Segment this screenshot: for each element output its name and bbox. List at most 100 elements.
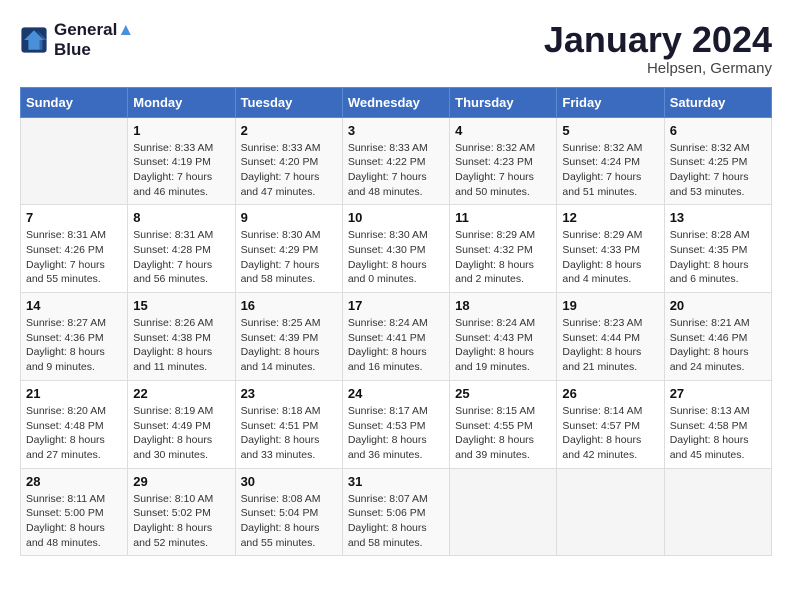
weekday-header-sunday: Sunday bbox=[21, 87, 128, 117]
calendar-cell bbox=[21, 117, 128, 205]
day-number: 28 bbox=[26, 474, 122, 489]
day-info: Sunrise: 8:30 AMSunset: 4:29 PMDaylight:… bbox=[241, 228, 337, 287]
day-info: Sunrise: 8:20 AMSunset: 4:48 PMDaylight:… bbox=[26, 404, 122, 463]
day-info: Sunrise: 8:10 AMSunset: 5:02 PMDaylight:… bbox=[133, 492, 229, 551]
calendar-cell: 20 Sunrise: 8:21 AMSunset: 4:46 PMDayligh… bbox=[664, 293, 771, 381]
day-number: 13 bbox=[670, 210, 766, 225]
day-number: 24 bbox=[348, 386, 444, 401]
day-number: 5 bbox=[562, 123, 658, 138]
day-info: Sunrise: 8:23 AMSunset: 4:44 PMDaylight:… bbox=[562, 316, 658, 375]
calendar-cell: 6 Sunrise: 8:32 AMSunset: 4:25 PMDaylight… bbox=[664, 117, 771, 205]
weekday-header-friday: Friday bbox=[557, 87, 664, 117]
day-info: Sunrise: 8:29 AMSunset: 4:32 PMDaylight:… bbox=[455, 228, 551, 287]
day-number: 18 bbox=[455, 298, 551, 313]
day-info: Sunrise: 8:30 AMSunset: 4:30 PMDaylight:… bbox=[348, 228, 444, 287]
day-number: 22 bbox=[133, 386, 229, 401]
day-info: Sunrise: 8:13 AMSunset: 4:58 PMDaylight:… bbox=[670, 404, 766, 463]
day-number: 17 bbox=[348, 298, 444, 313]
calendar-cell: 23 Sunrise: 8:18 AMSunset: 4:51 PMDayligh… bbox=[235, 380, 342, 468]
page-header: General▲ Blue January 2024 Helpsen, Germ… bbox=[20, 20, 772, 77]
calendar-week-row: 21 Sunrise: 8:20 AMSunset: 4:48 PMDayligh… bbox=[21, 380, 772, 468]
calendar-cell: 24 Sunrise: 8:17 AMSunset: 4:53 PMDayligh… bbox=[342, 380, 449, 468]
calendar-cell: 5 Sunrise: 8:32 AMSunset: 4:24 PMDaylight… bbox=[557, 117, 664, 205]
calendar-week-row: 28Sunrise: 8:11 AMSunset: 5:00 PMDayligh… bbox=[21, 468, 772, 556]
day-info: Sunrise: 8:33 AMSunset: 4:22 PMDaylight:… bbox=[348, 141, 444, 200]
calendar-cell: 15Sunrise: 8:26 AMSunset: 4:38 PMDayligh… bbox=[128, 293, 235, 381]
day-number: 3 bbox=[348, 123, 444, 138]
day-info: Sunrise: 8:28 AMSunset: 4:35 PMDaylight:… bbox=[670, 228, 766, 287]
day-number: 30 bbox=[241, 474, 337, 489]
day-number: 20 bbox=[670, 298, 766, 313]
title-block: January 2024 Helpsen, Germany bbox=[544, 20, 772, 77]
day-number: 4 bbox=[455, 123, 551, 138]
calendar-cell: 13 Sunrise: 8:28 AMSunset: 4:35 PMDayligh… bbox=[664, 205, 771, 293]
calendar-cell: 2 Sunrise: 8:33 AMSunset: 4:20 PMDaylight… bbox=[235, 117, 342, 205]
logo-icon bbox=[20, 26, 48, 54]
day-number: 8 bbox=[133, 210, 229, 225]
calendar-cell: 22Sunrise: 8:19 AMSunset: 4:49 PMDayligh… bbox=[128, 380, 235, 468]
day-number: 6 bbox=[670, 123, 766, 138]
day-number: 12 bbox=[562, 210, 658, 225]
weekday-header-thursday: Thursday bbox=[450, 87, 557, 117]
day-number: 19 bbox=[562, 298, 658, 313]
day-number: 27 bbox=[670, 386, 766, 401]
calendar-cell: 8 Sunrise: 8:31 AMSunset: 4:28 PMDaylight… bbox=[128, 205, 235, 293]
calendar-cell: 9 Sunrise: 8:30 AMSunset: 4:29 PMDaylight… bbox=[235, 205, 342, 293]
weekday-header-row: SundayMondayTuesdayWednesdayThursdayFrid… bbox=[21, 87, 772, 117]
day-info: Sunrise: 8:21 AMSunset: 4:46 PMDaylight:… bbox=[670, 316, 766, 375]
calendar-cell: 1 Sunrise: 8:33 AMSunset: 4:19 PMDaylight… bbox=[128, 117, 235, 205]
day-info: Sunrise: 8:32 AMSunset: 4:25 PMDaylight:… bbox=[670, 141, 766, 200]
calendar-week-row: 14 Sunrise: 8:27 AMSunset: 4:36 PMDayligh… bbox=[21, 293, 772, 381]
day-number: 21 bbox=[26, 386, 122, 401]
day-number: 10 bbox=[348, 210, 444, 225]
calendar-cell: 26Sunrise: 8:14 AMSunset: 4:57 PMDayligh… bbox=[557, 380, 664, 468]
calendar-cell: 30 Sunrise: 8:08 AMSunset: 5:04 PMDayligh… bbox=[235, 468, 342, 556]
day-number: 11 bbox=[455, 210, 551, 225]
location: Helpsen, Germany bbox=[544, 60, 772, 77]
day-number: 14 bbox=[26, 298, 122, 313]
calendar-week-row: 7Sunrise: 8:31 AMSunset: 4:26 PMDaylight… bbox=[21, 205, 772, 293]
weekday-header-tuesday: Tuesday bbox=[235, 87, 342, 117]
day-info: Sunrise: 8:33 AMSunset: 4:20 PMDaylight:… bbox=[241, 141, 337, 200]
calendar-cell: 11 Sunrise: 8:29 AMSunset: 4:32 PMDayligh… bbox=[450, 205, 557, 293]
day-number: 31 bbox=[348, 474, 444, 489]
calendar-cell: 3 Sunrise: 8:33 AMSunset: 4:22 PMDaylight… bbox=[342, 117, 449, 205]
calendar-table: SundayMondayTuesdayWednesdayThursdayFrid… bbox=[20, 87, 772, 557]
calendar-cell: 16 Sunrise: 8:25 AMSunset: 4:39 PMDayligh… bbox=[235, 293, 342, 381]
day-info: Sunrise: 8:33 AMSunset: 4:19 PMDaylight:… bbox=[133, 141, 229, 200]
day-info: Sunrise: 8:32 AMSunset: 4:24 PMDaylight:… bbox=[562, 141, 658, 200]
calendar-cell: 4 Sunrise: 8:32 AMSunset: 4:23 PMDaylight… bbox=[450, 117, 557, 205]
day-info: Sunrise: 8:31 AMSunset: 4:26 PMDaylight:… bbox=[26, 228, 122, 287]
day-info: Sunrise: 8:17 AMSunset: 4:53 PMDaylight:… bbox=[348, 404, 444, 463]
weekday-header-saturday: Saturday bbox=[664, 87, 771, 117]
day-info: Sunrise: 8:07 AMSunset: 5:06 PMDaylight:… bbox=[348, 492, 444, 551]
calendar-cell: 7Sunrise: 8:31 AMSunset: 4:26 PMDaylight… bbox=[21, 205, 128, 293]
day-info: Sunrise: 8:32 AMSunset: 4:23 PMDaylight:… bbox=[455, 141, 551, 200]
day-info: Sunrise: 8:25 AMSunset: 4:39 PMDaylight:… bbox=[241, 316, 337, 375]
day-info: Sunrise: 8:24 AMSunset: 4:43 PMDaylight:… bbox=[455, 316, 551, 375]
calendar-cell: 21 Sunrise: 8:20 AMSunset: 4:48 PMDayligh… bbox=[21, 380, 128, 468]
day-number: 25 bbox=[455, 386, 551, 401]
calendar-cell: 10 Sunrise: 8:30 AMSunset: 4:30 PMDayligh… bbox=[342, 205, 449, 293]
day-number: 16 bbox=[241, 298, 337, 313]
day-number: 1 bbox=[133, 123, 229, 138]
day-info: Sunrise: 8:27 AMSunset: 4:36 PMDaylight:… bbox=[26, 316, 122, 375]
calendar-cell: 28Sunrise: 8:11 AMSunset: 5:00 PMDayligh… bbox=[21, 468, 128, 556]
calendar-cell: 19 Sunrise: 8:23 AMSunset: 4:44 PMDayligh… bbox=[557, 293, 664, 381]
day-info: Sunrise: 8:31 AMSunset: 4:28 PMDaylight:… bbox=[133, 228, 229, 287]
day-number: 23 bbox=[241, 386, 337, 401]
day-number: 26 bbox=[562, 386, 658, 401]
month-title: January 2024 bbox=[544, 20, 772, 60]
calendar-cell: 18 Sunrise: 8:24 AMSunset: 4:43 PMDayligh… bbox=[450, 293, 557, 381]
day-number: 9 bbox=[241, 210, 337, 225]
calendar-cell: 31 Sunrise: 8:07 AMSunset: 5:06 PMDayligh… bbox=[342, 468, 449, 556]
logo: General▲ Blue bbox=[20, 20, 134, 60]
weekday-header-monday: Monday bbox=[128, 87, 235, 117]
weekday-header-wednesday: Wednesday bbox=[342, 87, 449, 117]
day-info: Sunrise: 8:08 AMSunset: 5:04 PMDaylight:… bbox=[241, 492, 337, 551]
day-number: 15 bbox=[133, 298, 229, 313]
day-number: 2 bbox=[241, 123, 337, 138]
calendar-cell: 17Sunrise: 8:24 AMSunset: 4:41 PMDayligh… bbox=[342, 293, 449, 381]
day-info: Sunrise: 8:18 AMSunset: 4:51 PMDaylight:… bbox=[241, 404, 337, 463]
day-info: Sunrise: 8:29 AMSunset: 4:33 PMDaylight:… bbox=[562, 228, 658, 287]
